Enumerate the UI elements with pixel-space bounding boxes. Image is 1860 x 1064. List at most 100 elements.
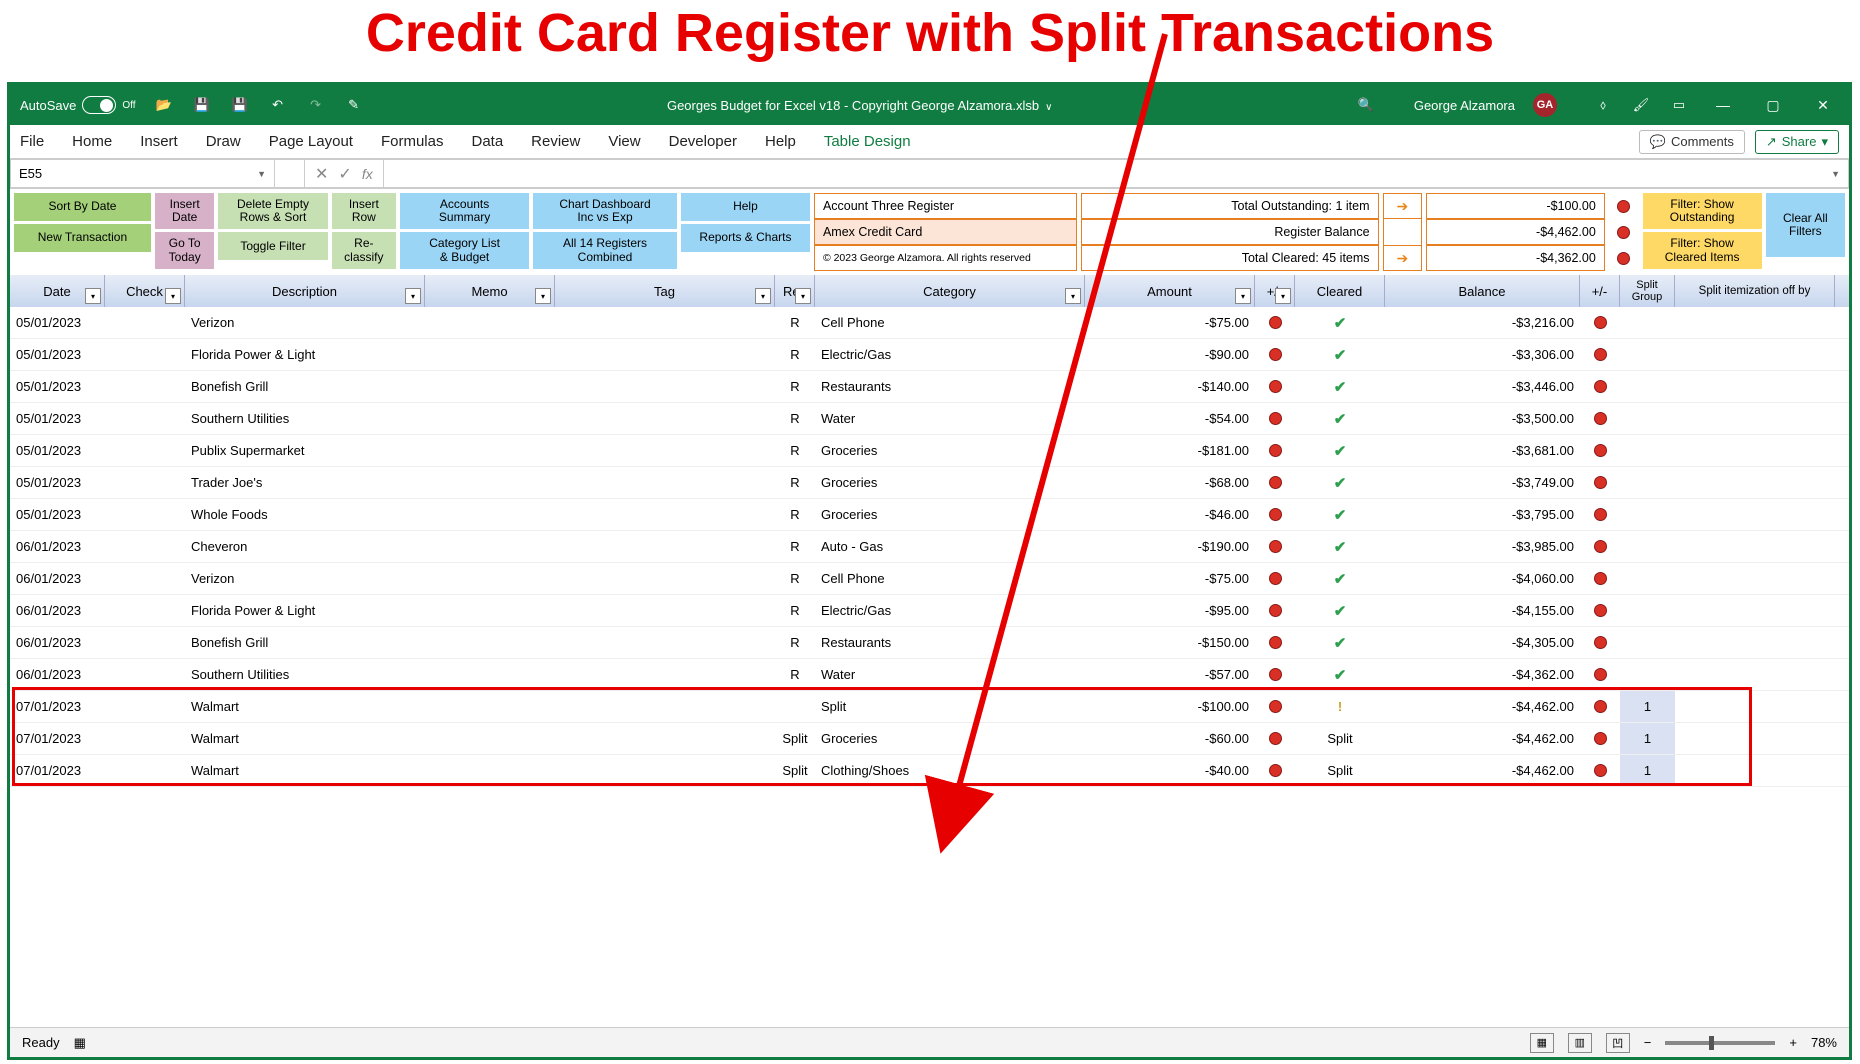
table-row[interactable]: 05/01/2023VerizonRCell Phone-$75.00✔-$3,… [10, 307, 1849, 339]
user-avatar[interactable]: GA [1533, 93, 1557, 117]
cell-category: Restaurants [815, 371, 1085, 402]
table-row[interactable]: 05/01/2023Whole FoodsRGroceries-$46.00✔-… [10, 499, 1849, 531]
table-row[interactable]: 06/01/2023Southern UtilitiesRWater-$57.0… [10, 659, 1849, 691]
save-as-icon[interactable]: 💾 [230, 95, 250, 115]
tab-developer[interactable]: Developer [669, 133, 737, 150]
confirm-icon[interactable]: ✓ [338, 164, 351, 184]
brush-icon[interactable]: 🖌 [1631, 95, 1651, 115]
table-row[interactable]: 05/01/2023Florida Power & LightRElectric… [10, 339, 1849, 371]
fx-icon[interactable]: fx [362, 166, 373, 182]
clear-filters-button[interactable]: Clear All Filters [1766, 193, 1845, 257]
tab-draw[interactable]: Draw [206, 133, 241, 150]
table-row[interactable]: 06/01/2023Florida Power & LightRElectric… [10, 595, 1849, 627]
normal-view-button[interactable]: ▦ [1530, 1033, 1554, 1053]
table-row[interactable]: 06/01/2023CheveronRAuto - Gas-$190.00✔-$… [10, 531, 1849, 563]
accessibility-icon[interactable]: ▦ [74, 1035, 86, 1051]
zoom-level[interactable]: 78% [1811, 1035, 1837, 1050]
col-split-itemization[interactable]: Split itemization off by [1675, 275, 1835, 307]
table-row[interactable]: 05/01/2023Southern UtilitiesRWater-$54.0… [10, 403, 1849, 435]
cell-split-group: 1 [1620, 723, 1675, 754]
close-button[interactable]: ✕ [1807, 97, 1839, 114]
red-dot-icon [1269, 348, 1282, 361]
delete-empty-button[interactable]: Delete Empty Rows & Sort [218, 193, 327, 229]
col-balance[interactable]: Balance [1385, 275, 1580, 307]
tab-view[interactable]: View [608, 133, 640, 150]
formula-bar: E55 ▼ ✕ ✓ fx ▼ [10, 159, 1849, 189]
table-row[interactable]: 06/01/2023Bonefish GrillRRestaurants-$15… [10, 627, 1849, 659]
col-rec[interactable]: Rec▾ [775, 275, 815, 307]
cell-description: Publix Supermarket [185, 435, 425, 466]
minimize-button[interactable]: — [1707, 97, 1739, 113]
table-row[interactable]: 05/01/2023Bonefish GrillRRestaurants-$14… [10, 371, 1849, 403]
name-box[interactable]: E55 ▼ [10, 159, 275, 188]
cell-rec: R [775, 499, 815, 530]
ribbon-mode-icon[interactable]: ▭ [1669, 95, 1689, 115]
cell-cleared: Split [1295, 755, 1385, 786]
undo-icon[interactable]: ↶ [268, 95, 288, 115]
cancel-icon[interactable]: ✕ [315, 164, 328, 184]
reports-charts-button[interactable]: Reports & Charts [681, 224, 810, 252]
tab-data[interactable]: Data [471, 133, 503, 150]
col-category[interactable]: Category▾ [815, 275, 1085, 307]
col-date[interactable]: Date▾ [10, 275, 105, 307]
table-row[interactable]: 05/01/2023Publix SupermarketRGroceries-$… [10, 435, 1849, 467]
help-button[interactable]: Help [681, 193, 810, 221]
goto-today-button[interactable]: Go To Today [155, 232, 215, 268]
cell-date: 07/01/2023 [10, 691, 105, 722]
maximize-button[interactable]: ▢ [1757, 97, 1789, 114]
share-button[interactable]: ↗ Share ▾ [1755, 130, 1839, 154]
tab-review[interactable]: Review [531, 133, 580, 150]
category-list-button[interactable]: Category List & Budget [400, 232, 529, 268]
table-row[interactable]: 07/01/2023WalmartSplitClothing/Shoes-$40… [10, 755, 1849, 787]
filter-outstanding-button[interactable]: Filter: Show Outstanding [1643, 193, 1762, 229]
formula-input[interactable]: ▼ [384, 159, 1849, 188]
table-row[interactable]: 07/01/2023WalmartSplit-$100.00!-$4,462.0… [10, 691, 1849, 723]
chart-dashboard-button[interactable]: Chart Dashboard Inc vs Exp [533, 193, 677, 229]
table-row[interactable]: 07/01/2023WalmartSplitGroceries-$60.00Sp… [10, 723, 1849, 755]
register-balance-label: Register Balance [1081, 219, 1379, 245]
all-registers-button[interactable]: All 14 Registers Combined [533, 232, 677, 268]
autosave-toggle[interactable]: AutoSave Off [20, 96, 136, 114]
page-break-button[interactable]: 凹 [1606, 1033, 1630, 1053]
col-memo[interactable]: Memo▾ [425, 275, 555, 307]
diamond-icon[interactable]: ⬨ [1593, 95, 1613, 115]
table-row[interactable]: 05/01/2023Trader Joe'sRGroceries-$68.00✔… [10, 467, 1849, 499]
insert-row-button[interactable]: Insert Row [332, 193, 397, 229]
page-layout-button[interactable]: ▥ [1568, 1033, 1592, 1053]
search-icon[interactable]: 🔍 [1356, 95, 1376, 115]
table-row[interactable]: 06/01/2023VerizonRCell Phone-$75.00✔-$4,… [10, 563, 1849, 595]
zoom-out-button[interactable]: − [1644, 1035, 1652, 1050]
col-check[interactable]: Check▾ [105, 275, 185, 307]
toggle-filter-button[interactable]: Toggle Filter [218, 232, 327, 260]
zoom-in-button[interactable]: + [1789, 1035, 1797, 1050]
tab-help[interactable]: Help [765, 133, 796, 150]
cell-description: Verizon [185, 563, 425, 594]
col-tag[interactable]: Tag▾ [555, 275, 775, 307]
save-icon[interactable]: 💾 [192, 95, 212, 115]
check-icon: ✔ [1334, 666, 1347, 684]
col-amount[interactable]: Amount▾ [1085, 275, 1255, 307]
sort-by-date-button[interactable]: Sort By Date [14, 193, 151, 221]
accounts-summary-button[interactable]: Accounts Summary [400, 193, 529, 229]
touch-icon[interactable]: ✎ [344, 95, 364, 115]
redo-icon[interactable]: ↷ [306, 95, 326, 115]
col-pm2[interactable]: +/- [1580, 275, 1620, 307]
col-cleared[interactable]: Cleared [1295, 275, 1385, 307]
tab-page-layout[interactable]: Page Layout [269, 133, 353, 150]
open-icon[interactable]: 📂 [154, 95, 174, 115]
new-transaction-button[interactable]: New Transaction [14, 224, 151, 252]
col-pm1[interactable]: +/-▾ [1255, 275, 1295, 307]
tab-table-design[interactable]: Table Design [824, 133, 911, 150]
insert-date-button[interactable]: Insert Date [155, 193, 215, 229]
zoom-slider[interactable] [1665, 1041, 1775, 1045]
tab-home[interactable]: Home [72, 133, 112, 150]
filter-cleared-button[interactable]: Filter: Show Cleared Items [1643, 232, 1762, 268]
comments-button[interactable]: 💬 Comments [1639, 130, 1745, 154]
reclassify-button[interactable]: Re- classify [332, 232, 397, 268]
status-bar: Ready ▦ ▦ ▥ 凹 − + 78% [10, 1027, 1849, 1057]
tab-formulas[interactable]: Formulas [381, 133, 444, 150]
tab-insert[interactable]: Insert [140, 133, 178, 150]
tab-file[interactable]: File [20, 133, 44, 150]
col-split-group[interactable]: Split Group [1620, 275, 1675, 307]
col-description[interactable]: Description▾ [185, 275, 425, 307]
